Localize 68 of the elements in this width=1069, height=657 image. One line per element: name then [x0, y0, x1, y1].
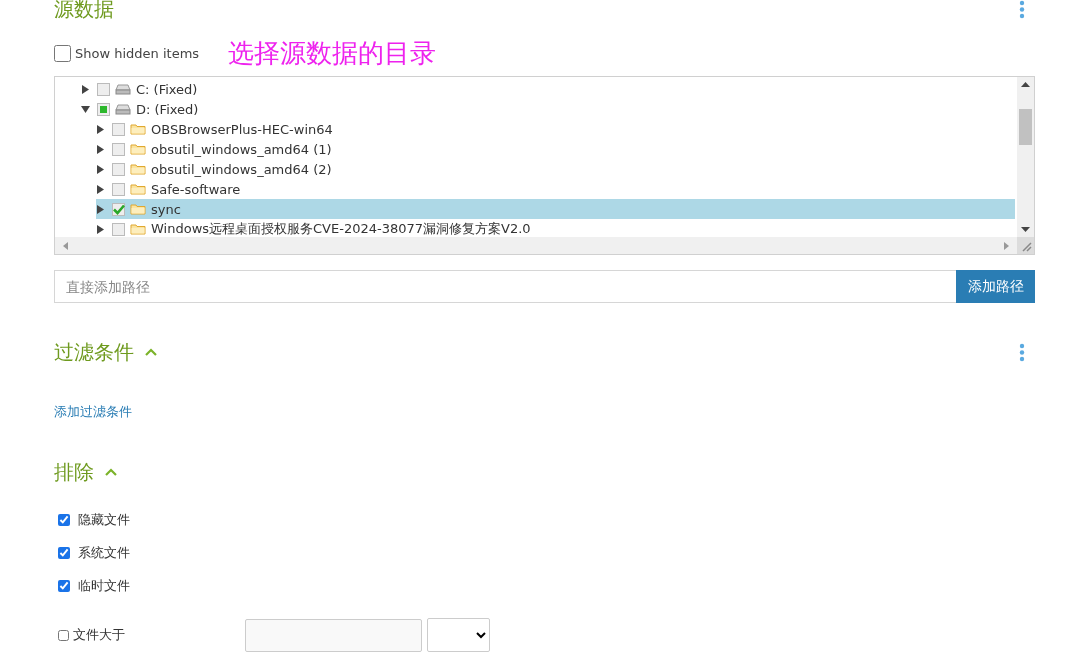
triangle-right-icon[interactable]	[96, 184, 105, 194]
section-title: 源数据	[54, 0, 114, 23]
show-hidden-checkbox[interactable]	[54, 44, 71, 62]
tree-row[interactable]: sync	[96, 199, 1015, 219]
section-title: 排除	[54, 458, 94, 486]
size-input[interactable]	[245, 618, 422, 652]
tree-checkbox[interactable]	[112, 162, 125, 176]
section-title: 过滤条件	[54, 338, 134, 366]
triangle-right-icon[interactable]	[96, 124, 105, 134]
tree-checkbox[interactable]	[112, 142, 125, 156]
tree-row[interactable]: D: (Fixed)	[81, 99, 1015, 119]
exclude-checkbox[interactable]	[58, 546, 70, 559]
tree-item-label: sync	[151, 201, 181, 217]
tree-item-label: obsutil_windows_amd64 (2)	[151, 161, 332, 177]
path-input[interactable]: 直接添加路径	[54, 270, 956, 303]
checkbox-label: 文件大于	[73, 626, 125, 644]
triangle-right-icon[interactable]	[96, 204, 105, 214]
checkbox-label: 隐藏文件	[78, 510, 130, 529]
tree-item-label: Safe-software	[151, 181, 241, 197]
tree-row[interactable]: Windows远程桌面授权服务CVE-2024-38077漏洞修复方案V2.0	[96, 219, 1015, 239]
tree-item-label: D: (Fixed)	[136, 101, 199, 117]
annotation-text: 选择源数据的目录	[228, 36, 436, 70]
arrow-down-icon	[1021, 227, 1030, 232]
tree-checkbox[interactable]	[112, 222, 125, 236]
add-filter-link[interactable]: 添加过滤条件	[54, 403, 132, 421]
tree-row[interactable]: C: (Fixed)	[81, 79, 1015, 99]
tree-row[interactable]: obsutil_windows_amd64 (1)	[96, 139, 1015, 159]
tree-checkbox[interactable]	[97, 82, 110, 96]
checkbox-label: 临时文件	[78, 576, 130, 595]
tree-item-label: obsutil_windows_amd64 (1)	[151, 141, 332, 157]
tree-checkbox[interactable]	[112, 182, 125, 196]
horizontal-scrollbar[interactable]	[55, 237, 1017, 254]
vertical-scrollbar[interactable]	[1017, 77, 1034, 237]
size-checkbox[interactable]	[58, 629, 69, 641]
folder-icon	[130, 123, 146, 135]
triangle-right-icon[interactable]	[96, 164, 105, 174]
folder-icon	[130, 223, 146, 235]
more-options-icon[interactable]	[1019, 342, 1025, 362]
folder-icon	[130, 203, 146, 215]
tree-row[interactable]: Safe-software	[96, 179, 1015, 199]
triangle-right-icon[interactable]	[96, 144, 105, 154]
unit-select[interactable]	[427, 618, 490, 652]
arrow-left-icon	[63, 241, 68, 250]
folder-icon	[130, 143, 146, 155]
more-options-icon[interactable]	[1019, 0, 1025, 19]
tree-checkbox[interactable]	[112, 202, 125, 216]
tree-row[interactable]: obsutil_windows_amd64 (2)	[96, 159, 1015, 179]
checkbox-label: Show hidden items	[75, 45, 200, 61]
triangle-down-icon[interactable]	[81, 104, 90, 114]
tree-item-label: Windows远程桌面授权服务CVE-2024-38077漏洞修复方案V2.0	[151, 220, 531, 238]
drive-icon	[115, 83, 131, 95]
triangle-right-icon[interactable]	[96, 224, 105, 234]
folder-icon	[130, 163, 146, 175]
arrow-right-icon	[1004, 241, 1009, 250]
arrow-up-icon	[1021, 82, 1030, 87]
checkbox-label: 系统文件	[78, 543, 130, 562]
tree-checkbox[interactable]	[112, 122, 125, 136]
add-path-button[interactable]: 添加路径	[956, 270, 1035, 303]
drive-icon	[115, 103, 131, 115]
triangle-right-icon[interactable]	[81, 84, 90, 94]
exclude-checkbox[interactable]	[58, 513, 70, 526]
tree-item-label: C: (Fixed)	[136, 81, 198, 97]
tree-checkbox[interactable]	[97, 102, 110, 116]
tree-row[interactable]: OBSBrowserPlus-HEC-win64	[96, 119, 1015, 139]
scrollbar-thumb[interactable]	[1019, 109, 1032, 145]
exclude-checkbox[interactable]	[58, 579, 70, 592]
folder-icon	[130, 183, 146, 195]
tree-item-label: OBSBrowserPlus-HEC-win64	[151, 121, 333, 137]
